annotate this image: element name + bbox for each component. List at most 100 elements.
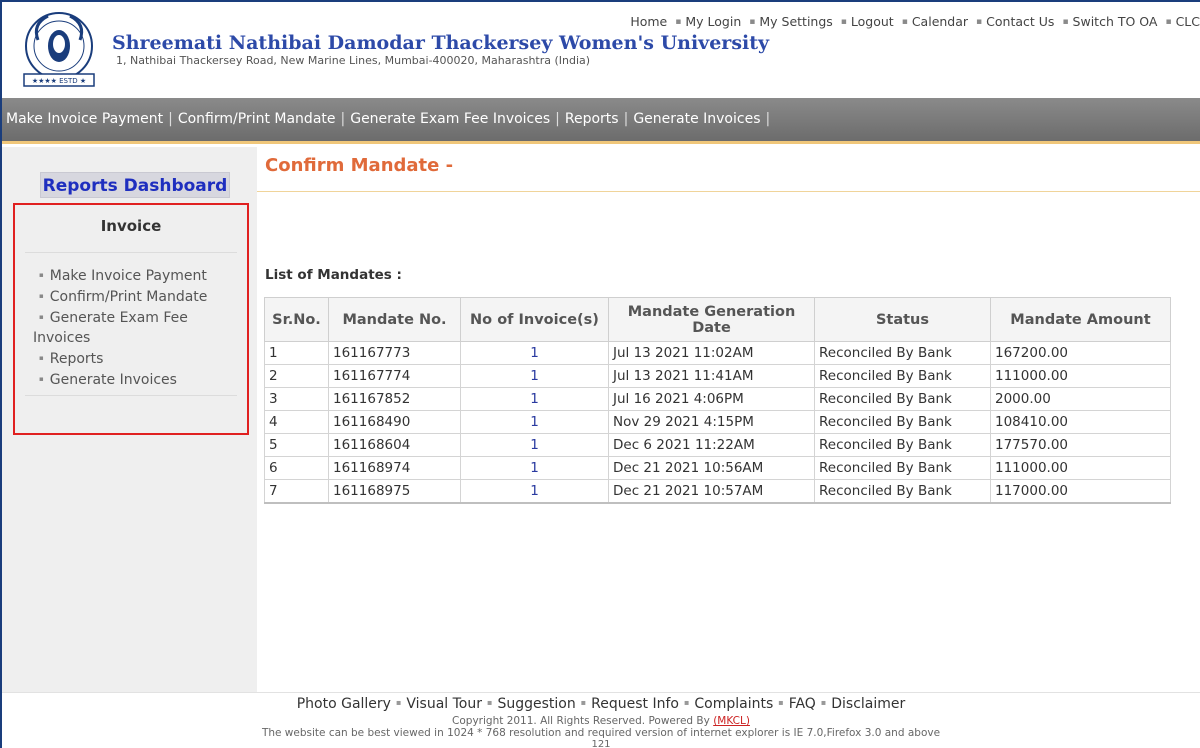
- sidebar-item-generate-exam-fee-invoices[interactable]: Generate Exam Fee Invoices: [15, 307, 235, 348]
- mandate-date-cell: Jul 16 2021 4:06PM: [608, 387, 815, 411]
- sidebar-item-reports[interactable]: Reports: [15, 348, 235, 369]
- top-link-logout[interactable]: ▪ Logout: [841, 14, 894, 29]
- mandates-table: Sr.No. Mandate No. No of Invoice(s) Mand…: [264, 297, 1171, 504]
- site-header: ★★★★ ESTD ★ Shreemati Nathibai Damodar T…: [2, 2, 1200, 98]
- main-content: Confirm Mandate - List of Mandates : Sr.…: [257, 147, 1200, 692]
- table-row: 7 161168975 1 Dec 21 2021 10:57AM Reconciled…: [264, 479, 1171, 504]
- table-row: 2 161167774 1 Jul 13 2021 11:41AM Reconciled…: [264, 364, 1171, 388]
- mkcl-link[interactable]: (MKCL): [713, 715, 750, 727]
- top-link-home[interactable]: Home: [630, 14, 667, 29]
- mandate-no-cell: 161167852: [328, 387, 461, 411]
- table-row: 1 161167773 1 Jul 13 2021 11:02AM Reconciled…: [264, 341, 1171, 365]
- sidebar-item-confirm-print-mandate[interactable]: Confirm/Print Mandate: [15, 286, 235, 307]
- status-cell: Reconciled By Bank: [814, 387, 991, 411]
- university-logo-icon: ★★★★ ESTD ★: [23, 12, 95, 87]
- divider: [25, 252, 237, 253]
- invoice-count-link[interactable]: 1: [460, 433, 609, 457]
- menu-generate-invoices[interactable]: Generate Invoices: [633, 111, 760, 127]
- status-cell: Reconciled By Bank: [814, 456, 991, 480]
- menu-make-invoice-payment[interactable]: Make Invoice Payment: [6, 111, 163, 127]
- top-link-my-settings[interactable]: ▪ My Settings: [749, 14, 833, 29]
- table-row: 4 161168490 1 Nov 29 2021 4:15PM Reconciled …: [264, 410, 1171, 434]
- menu-generate-exam-fee-invoices[interactable]: Generate Exam Fee Invoices: [350, 111, 550, 127]
- footer-link-complaints[interactable]: Complaints: [694, 696, 773, 712]
- top-link-switch-to-oa[interactable]: ▪ Switch TO OA: [1062, 14, 1157, 29]
- mandate-no-cell: 161167773: [328, 341, 461, 365]
- top-link-my-login[interactable]: ▪ My Login: [675, 14, 741, 29]
- best-viewed-note: The website can be best viewed in 1024 *…: [261, 727, 941, 739]
- main-menu-bar: Make Invoice Payment | Confirm/Print Manda…: [2, 98, 1200, 144]
- table-row: 3 161167852 1 Jul 16 2021 4:06PM Reconciled …: [264, 387, 1171, 411]
- mandate-date-cell: Jul 13 2021 11:02AM: [608, 341, 815, 365]
- divider: [25, 395, 237, 396]
- mandate-amount-cell: 117000.00: [990, 479, 1171, 504]
- invoice-count-link[interactable]: 1: [460, 479, 609, 504]
- invoice-menu-list: Make Invoice Payment Confirm/Print Manda…: [15, 265, 235, 390]
- footer-link-request-info[interactable]: Request Info: [591, 696, 679, 712]
- sidebar-item-generate-invoices[interactable]: Generate Invoices: [15, 369, 235, 390]
- invoice-count-link[interactable]: 1: [460, 410, 609, 434]
- visitor-counter: 121: [591, 739, 611, 748]
- footer-link-photo-gallery[interactable]: Photo Gallery: [297, 696, 391, 712]
- mandate-no-cell: 161168490: [328, 410, 461, 434]
- mandate-no-cell: 161168604: [328, 433, 461, 457]
- table-row: 6 161168974 1 Dec 21 2021 10:56AM Reconciled…: [264, 456, 1171, 480]
- top-link-calendar[interactable]: ▪ Calendar: [902, 14, 968, 29]
- footer-link-suggestion[interactable]: Suggestion: [497, 696, 575, 712]
- table-row: 5 161168604 1 Dec 6 2021 11:22AM Reconciled …: [264, 433, 1171, 457]
- invoice-section-title: Invoice: [100, 217, 162, 235]
- invoice-count-link[interactable]: 1: [460, 456, 609, 480]
- site-footer: Photo Gallery ▪ Visual Tour ▪ Suggestion ▪ Req…: [2, 692, 1200, 748]
- top-links: Home ▪ My Login ▪ My Settings ▪ Logout ▪ Cal…: [622, 14, 1200, 29]
- status-cell: Reconciled By Bank: [814, 479, 991, 504]
- mandate-amount-cell: 111000.00: [990, 364, 1171, 388]
- sr-no-cell: 3: [264, 387, 329, 411]
- mandate-date-cell: Dec 6 2021 11:22AM: [608, 433, 815, 457]
- footer-link-faq[interactable]: FAQ: [789, 696, 816, 712]
- sr-no-cell: 1: [264, 341, 329, 365]
- column-header: Mandate Amount: [990, 297, 1171, 342]
- status-cell: Reconciled By Bank: [814, 410, 991, 434]
- mandate-amount-cell: 177570.00: [990, 433, 1171, 457]
- list-label: List of Mandates :: [265, 267, 402, 283]
- mandate-date-cell: Jul 13 2021 11:41AM: [608, 364, 815, 388]
- mandate-amount-cell: 111000.00: [990, 456, 1171, 480]
- mandate-no-cell: 161168974: [328, 456, 461, 480]
- status-cell: Reconciled By Bank: [814, 364, 991, 388]
- mandate-amount-cell: 2000.00: [990, 387, 1171, 411]
- invoice-menu-box: Invoice Make Invoice Payment Confirm/Pri…: [13, 203, 249, 435]
- table-header-row: Sr.No. Mandate No. No of Invoice(s) Mand…: [264, 297, 1171, 342]
- page-title: Confirm Mandate -: [265, 155, 454, 176]
- invoice-count-link[interactable]: 1: [460, 341, 609, 365]
- divider: [257, 191, 1200, 192]
- mandate-amount-cell: 108410.00: [990, 410, 1171, 434]
- column-header: Mandate Generation Date: [608, 297, 815, 342]
- mandate-date-cell: Dec 21 2021 10:57AM: [608, 479, 815, 504]
- reports-dashboard-button[interactable]: Reports Dashboard: [40, 172, 230, 198]
- status-cell: Reconciled By Bank: [814, 341, 991, 365]
- top-link-contact-us[interactable]: ▪ Contact Us: [976, 14, 1054, 29]
- column-header: No of Invoice(s): [460, 297, 609, 342]
- status-cell: Reconciled By Bank: [814, 433, 991, 457]
- table-body: 1 161167773 1 Jul 13 2021 11:02AM Reconciled…: [264, 341, 1171, 504]
- footer-link-disclaimer[interactable]: Disclaimer: [831, 696, 905, 712]
- invoice-count-link[interactable]: 1: [460, 364, 609, 388]
- university-name: Shreemati Nathibai Damodar Thackersey Wo…: [112, 32, 770, 54]
- mandate-amount-cell: 167200.00: [990, 341, 1171, 365]
- svg-text:★★★★ ESTD ★: ★★★★ ESTD ★: [32, 77, 86, 85]
- footer-links: Photo Gallery ▪ Visual Tour ▪ Suggestion ▪ Req…: [296, 696, 906, 712]
- invoice-count-link[interactable]: 1: [460, 387, 609, 411]
- sr-no-cell: 4: [264, 410, 329, 434]
- menu-reports[interactable]: Reports: [565, 111, 619, 127]
- top-link-clc[interactable]: ▪ CLC: [1165, 14, 1200, 29]
- sr-no-cell: 7: [264, 479, 329, 504]
- footer-link-visual-tour[interactable]: Visual Tour: [406, 696, 482, 712]
- sidebar-item-make-invoice-payment[interactable]: Make Invoice Payment: [15, 265, 235, 286]
- menu-confirm-print-mandate[interactable]: Confirm/Print Mandate: [178, 111, 336, 127]
- mandate-date-cell: Nov 29 2021 4:15PM: [608, 410, 815, 434]
- mandate-no-cell: 161168975: [328, 479, 461, 504]
- sidebar: Reports Dashboard Invoice Make Invoice P…: [2, 147, 257, 692]
- copyright-text: Copyright 2011. All Rights Reserved. Pow…: [452, 715, 750, 727]
- column-header: Sr.No.: [264, 297, 329, 342]
- mandate-no-cell: 161167774: [328, 364, 461, 388]
